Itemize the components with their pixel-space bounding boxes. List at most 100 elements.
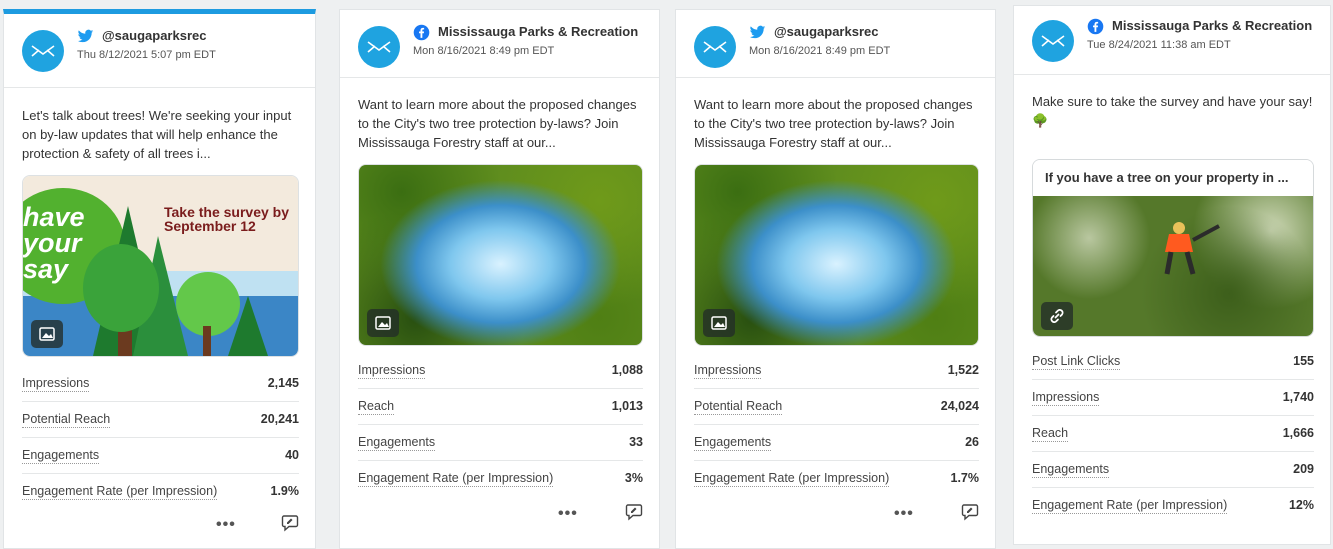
post-header: @saugaparksrec Mon 8/16/2021 8:49 pm EDT xyxy=(694,24,983,68)
stat-value: 1,666 xyxy=(1282,426,1314,440)
post-image[interactable] xyxy=(694,164,979,346)
post-text: Want to learn more about the proposed ch… xyxy=(358,97,637,150)
divider xyxy=(4,87,315,88)
stat-label[interactable]: Engagement Rate (per Impression) xyxy=(1032,498,1228,514)
link-icon xyxy=(1050,309,1064,323)
avatar[interactable] xyxy=(1032,20,1074,62)
stat-label[interactable]: Engagements xyxy=(22,448,100,464)
post-card-4[interactable]: Mississauga Parks & Recreation Tue 8/24/… xyxy=(1013,5,1331,545)
stat-label[interactable]: Reach xyxy=(358,399,395,415)
post-image[interactable] xyxy=(358,164,643,346)
stat-label[interactable]: Engagement Rate (per Impression) xyxy=(22,484,218,500)
post-text: Want to learn more about the proposed ch… xyxy=(694,97,973,150)
stat-value: 26 xyxy=(965,435,979,449)
post-text: Make sure to take the survey and have yo… xyxy=(1032,94,1313,128)
stat-row: Impressions 2,145 xyxy=(22,366,299,402)
image-icon xyxy=(711,316,727,330)
stat-label[interactable]: Impressions xyxy=(1032,390,1100,406)
stat-row: Potential Reach 20,241 xyxy=(22,402,299,438)
stat-row: Impressions 1,088 xyxy=(358,353,643,389)
facebook-icon xyxy=(1087,18,1104,35)
stat-label[interactable]: Engagements xyxy=(1032,462,1110,478)
avatar[interactable] xyxy=(694,26,736,68)
stat-label[interactable]: Potential Reach xyxy=(694,399,783,415)
image-badge xyxy=(31,320,63,348)
more-icon[interactable]: ••• xyxy=(558,505,578,523)
survey-cta-line2: September 12 xyxy=(164,218,256,234)
stat-row: Impressions 1,740 xyxy=(1032,380,1314,416)
post-date: Thu 8/12/2021 5:07 pm EDT xyxy=(77,49,216,61)
avatar[interactable] xyxy=(358,26,400,68)
stat-row: Engagements 209 xyxy=(1032,452,1314,488)
more-icon[interactable]: ••• xyxy=(894,505,914,523)
divider xyxy=(676,77,995,78)
facebook-icon xyxy=(413,24,430,41)
stat-label[interactable]: Engagements xyxy=(358,435,436,451)
forest-canopy-photo xyxy=(359,165,642,345)
post-image[interactable]: have your say Take the survey by Septemb… xyxy=(22,175,299,357)
stat-row: Engagement Rate (per Impression) 1.7% xyxy=(694,461,979,497)
stat-label[interactable]: Engagement Rate (per Impression) xyxy=(358,471,554,487)
stat-value: 12% xyxy=(1288,498,1314,512)
stat-row: Reach 1,013 xyxy=(358,389,643,425)
post-text: Let's talk about trees! We're seeking yo… xyxy=(22,108,292,161)
stat-value: 1.7% xyxy=(950,471,980,485)
image-badge xyxy=(703,309,735,337)
stat-value: 155 xyxy=(1293,354,1314,368)
stat-label[interactable]: Impressions xyxy=(358,363,426,379)
stat-row: Impressions 1,522 xyxy=(694,353,979,389)
post-footer: ••• xyxy=(340,503,643,527)
link-title[interactable]: If you have a tree on your property in .… xyxy=(1045,170,1303,185)
account-name[interactable]: @saugaparksrec xyxy=(774,24,878,39)
stat-value: 3% xyxy=(624,471,643,485)
link-badge xyxy=(1041,302,1073,330)
post-footer: ••• xyxy=(4,514,299,538)
stat-value: 33 xyxy=(629,435,643,449)
stat-row: Potential Reach 24,024 xyxy=(694,389,979,425)
post-card-2[interactable]: Mississauga Parks & Recreation Mon 8/16/… xyxy=(339,9,660,549)
stat-label[interactable]: Potential Reach xyxy=(22,412,111,428)
stat-label[interactable]: Engagements xyxy=(694,435,772,451)
stat-label[interactable]: Impressions xyxy=(694,363,762,379)
stat-value: 209 xyxy=(1293,462,1314,476)
stat-value: 1,013 xyxy=(611,399,643,413)
stat-label[interactable]: Post Link Clicks xyxy=(1032,354,1121,370)
comment-icon[interactable] xyxy=(281,514,299,532)
survey-graphic: have your say Take the survey by Septemb… xyxy=(23,176,298,356)
forest-canopy-photo xyxy=(695,165,978,345)
stat-row: Reach 1,666 xyxy=(1032,416,1314,452)
post-date: Tue 8/24/2021 11:38 am EDT xyxy=(1087,39,1231,51)
stat-row: Engagements 33 xyxy=(358,425,643,461)
post-card-1[interactable]: @saugaparksrec Thu 8/12/2021 5:07 pm EDT… xyxy=(3,9,316,549)
twitter-icon xyxy=(77,29,94,43)
stat-label[interactable]: Engagement Rate (per Impression) xyxy=(694,471,890,487)
stat-value: 1.9% xyxy=(270,484,300,498)
post-footer: ••• xyxy=(676,503,979,527)
stat-row: Engagements 26 xyxy=(694,425,979,461)
post-card-3[interactable]: @saugaparksrec Mon 8/16/2021 8:49 pm EDT… xyxy=(675,9,996,549)
stat-value: 24,024 xyxy=(940,399,979,413)
stat-row: Engagements 40 xyxy=(22,438,299,474)
stat-value: 1,522 xyxy=(947,363,979,377)
stat-label[interactable]: Impressions xyxy=(22,376,90,392)
stat-row: Engagement Rate (per Impression) 3% xyxy=(358,461,643,497)
stats-list: Impressions 1,522 Potential Reach 24,024 E… xyxy=(694,353,979,497)
avatar[interactable] xyxy=(22,30,64,72)
stats-list: Impressions 1,088 Reach 1,013 Engagements 3… xyxy=(358,353,643,497)
comment-icon[interactable] xyxy=(625,503,643,521)
link-preview[interactable]: If you have a tree on your property in .… xyxy=(1032,159,1314,337)
image-badge xyxy=(367,309,399,337)
stat-value: 20,241 xyxy=(260,412,299,426)
stat-label[interactable]: Reach xyxy=(1032,426,1069,442)
more-icon[interactable]: ••• xyxy=(216,516,236,534)
account-name[interactable]: @saugaparksrec xyxy=(102,28,206,43)
post-header: @saugaparksrec Thu 8/12/2021 5:07 pm EDT xyxy=(22,28,303,72)
stats-list: Post Link Clicks 155 Impressions 1,740 Rea… xyxy=(1032,344,1314,524)
account-name[interactable]: Mississauga Parks & Recreation xyxy=(438,24,638,39)
account-name[interactable]: Mississauga Parks & Recreation xyxy=(1112,18,1312,33)
twitter-icon xyxy=(749,25,766,39)
stat-row: Engagement Rate (per Impression) 12% xyxy=(1032,488,1314,524)
stat-value: 40 xyxy=(285,448,299,462)
stats-list: Impressions 2,145 Potential Reach 20,241 E… xyxy=(22,366,299,510)
comment-icon[interactable] xyxy=(961,503,979,521)
